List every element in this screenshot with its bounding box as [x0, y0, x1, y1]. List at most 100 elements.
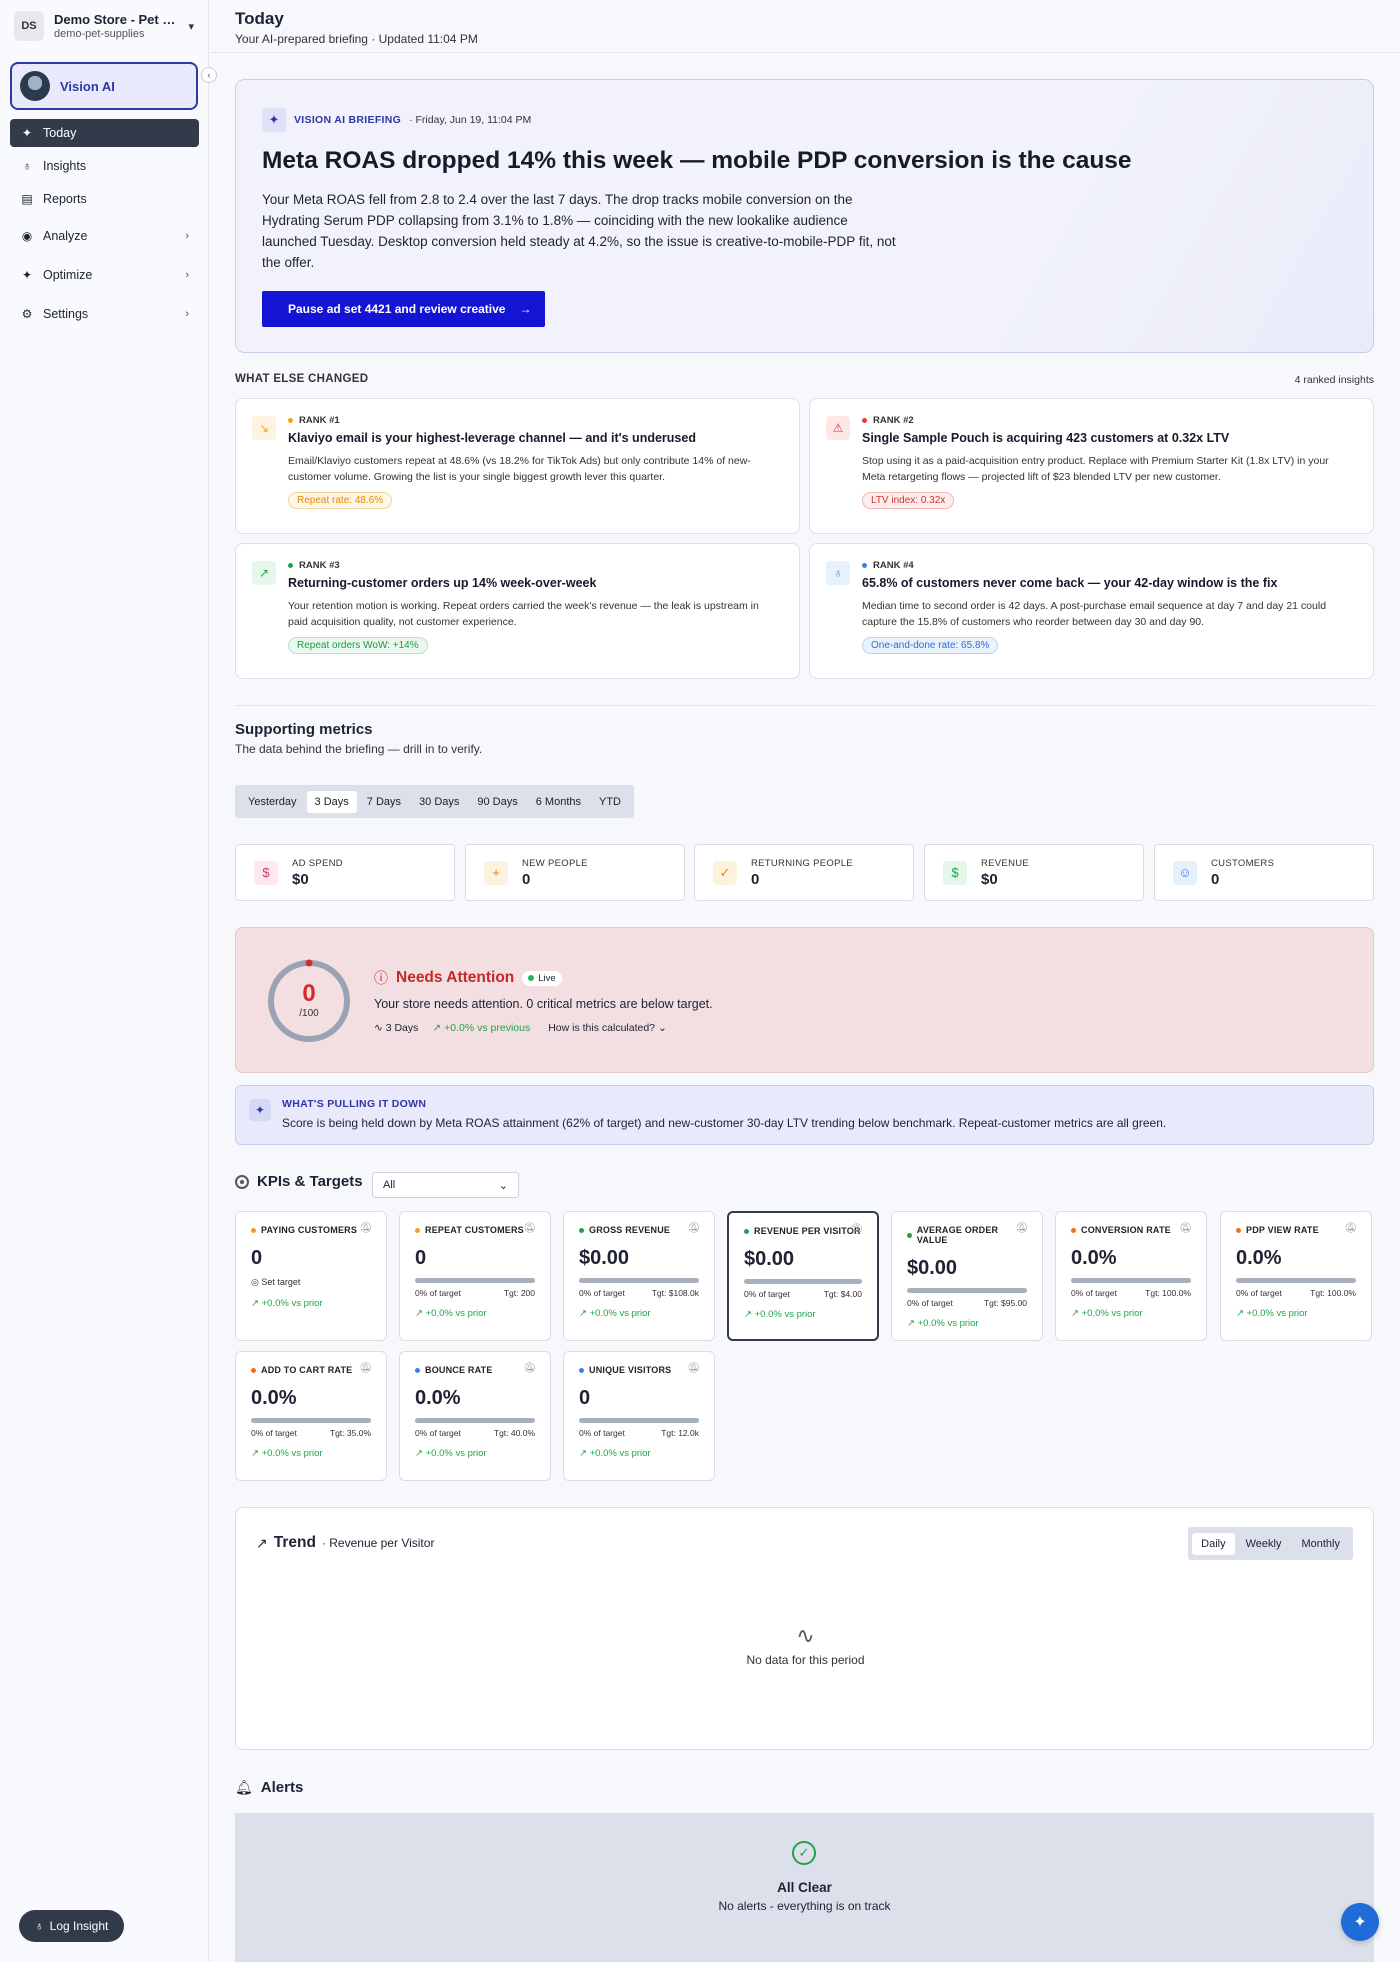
tab-monthly[interactable]: Monthly	[1292, 1533, 1349, 1555]
kpi-card-paying-customers[interactable]: PAYING CUSTOMERS 🔕︎ 0 ◎ Set target ↗ +0.…	[235, 1211, 387, 1341]
live-label: Live	[538, 972, 556, 984]
kpi-label: UNIQUE VISITORS	[589, 1365, 672, 1375]
metric-label: CUSTOMERS	[1211, 857, 1275, 869]
target-icon: ◎	[251, 1277, 262, 1287]
tab-daily[interactable]: Daily	[1192, 1532, 1235, 1555]
health-description: Your store needs attention. 0 critical m…	[374, 997, 713, 1011]
pulling-title: WHAT'S PULLING IT DOWN	[282, 1098, 427, 1110]
how-calculated-label: How is this calculated?	[548, 1022, 656, 1034]
insight-card-1[interactable]: ↘ RANK #1 Klaviyo email is your highest-…	[235, 398, 800, 534]
kpi-label: REPEAT CUSTOMERS	[425, 1225, 524, 1235]
activity-icon: ∿	[374, 1022, 386, 1034]
range-30-days[interactable]: 30 Days	[411, 791, 467, 813]
activity-icon: ∿	[796, 1623, 815, 1648]
bell-off-icon[interactable]: 🔕︎	[523, 1363, 536, 1374]
vision-ai-button[interactable]: Vision AI	[10, 62, 198, 110]
metric-value: 0	[751, 870, 760, 888]
bell-off-icon[interactable]: 🔕︎	[687, 1363, 700, 1374]
set-target-button[interactable]: ◎ Set target	[251, 1277, 371, 1288]
bell-off-icon[interactable]: 🔕︎	[1015, 1223, 1028, 1234]
status-dot	[251, 1367, 256, 1373]
sidebar-item-label: Today	[43, 126, 77, 140]
metric-ad-spend[interactable]: $ AD SPEND $0	[235, 844, 455, 901]
metric-revenue[interactable]: $ REVENUE $0	[924, 844, 1144, 901]
range-3-days[interactable]: 3 Days	[306, 790, 357, 813]
kpi-label: REVENUE PER VISITOR	[754, 1226, 861, 1236]
metric-new-people[interactable]: + NEW PEOPLE 0	[465, 844, 685, 901]
kpi-value: 0	[415, 1247, 427, 1269]
bell-off-icon[interactable]: 🔕︎	[1344, 1223, 1357, 1234]
kpi-percent: 0% of target	[1071, 1288, 1117, 1298]
health-denominator: /100	[299, 1008, 319, 1019]
sidebar-item-optimize[interactable]: ✦ Optimize ›	[10, 261, 199, 289]
pause-ad-set-button[interactable]: Pause ad set 4421 and review creative →	[262, 291, 545, 327]
range-ytd[interactable]: YTD	[591, 791, 629, 813]
kpi-label: AVERAGE ORDER VALUE	[916, 1225, 999, 1245]
store-switcher[interactable]: DS Demo Store - Pet S... demo-pet-suppli…	[0, 0, 208, 52]
range-yesterday[interactable]: Yesterday	[240, 791, 305, 813]
kpi-card-conversion-rate[interactable]: CONVERSION RATE 🔕︎ 0.0% 0% of target Tgt:…	[1055, 1211, 1207, 1341]
kpi-filter-value: All	[383, 1179, 396, 1191]
sidebar-item-label: Optimize	[43, 268, 93, 282]
how-calculated-button[interactable]: How is this calculated? ⌄	[548, 1022, 667, 1034]
kpis-title: KPIs & Targets	[257, 1173, 363, 1190]
bell-off-icon[interactable]: 🔕︎	[687, 1223, 700, 1234]
kpi-label: CONVERSION RATE	[1081, 1225, 1171, 1235]
sidebar-item-insights[interactable]: ♁ Insights	[10, 152, 199, 180]
metric-returning-people[interactable]: ✓ RETURNING PEOPLE 0	[694, 844, 914, 901]
kpi-change-label: +0.0% vs prior	[1081, 1308, 1143, 1319]
insight-card-3[interactable]: ↗ RANK #3 Returning-customer orders up 1…	[235, 543, 800, 679]
sidebar-item-today[interactable]: ✦ Today	[10, 119, 199, 147]
metric-label: AD SPEND	[292, 857, 343, 869]
kpi-card-pdp-view-rate[interactable]: PDP VIEW RATE 🔕︎ 0.0% 0% of target Tgt: 1…	[1220, 1211, 1372, 1341]
kpi-label: BOUNCE RATE	[425, 1365, 493, 1375]
kpi-card-bounce-rate[interactable]: BOUNCE RATE 🔕︎ 0.0% 0% of target Tgt: 40.…	[399, 1351, 551, 1481]
sidebar-item-analyze[interactable]: ◉ Analyze ›	[10, 222, 199, 250]
log-insight-button[interactable]: ♁ Log Insight	[19, 1910, 124, 1942]
bell-off-icon[interactable]: 🔕︎	[1179, 1223, 1192, 1234]
kpi-card-repeat-customers[interactable]: REPEAT CUSTOMERS 🔕︎ 0 0% of target Tgt: 2…	[399, 1211, 551, 1341]
alerts-panel: ✓ All Clear No alerts - everything is on…	[235, 1813, 1374, 1962]
kpi-change: ↗ +0.0% vs prior	[579, 1308, 651, 1319]
range-7-days[interactable]: 7 Days	[359, 791, 409, 813]
kpi-percent: 0% of target	[251, 1428, 297, 1438]
metric-customers[interactable]: ☺ CUSTOMERS 0	[1154, 844, 1374, 901]
bell-off-icon[interactable]: 🔕︎	[850, 1224, 863, 1235]
sidebar-item-label: Analyze	[43, 229, 88, 243]
kpi-target: Tgt: 35.0%	[329, 1428, 371, 1438]
bell-off-icon[interactable]: 🔕︎	[523, 1223, 536, 1234]
bell-off-icon[interactable]: 🔕︎	[359, 1363, 372, 1374]
insight-card-2[interactable]: ⚠ RANK #2 Single Sample Pouch is acquiri…	[809, 398, 1374, 534]
range-90-days[interactable]: 90 Days	[469, 791, 525, 813]
arrow-right-icon: →	[519, 302, 532, 316]
tab-weekly[interactable]: Weekly	[1237, 1533, 1291, 1555]
sidebar-item-settings[interactable]: ⚙ Settings ›	[10, 300, 199, 328]
sidebar-item-reports[interactable]: ▤ Reports	[10, 185, 199, 213]
collapse-sidebar-icon[interactable]: ‹	[201, 67, 217, 83]
sidebar-item-label: Reports	[43, 192, 87, 206]
kpi-card-add-to-cart-rate[interactable]: ADD TO CART RATE 🔕︎ 0.0% 0% of target Tgt…	[235, 1351, 387, 1481]
metric-label: REVENUE	[981, 857, 1030, 869]
insight-card-4[interactable]: ♁ RANK #4 65.8% of customers never come …	[809, 543, 1374, 679]
kpi-card-revenue-per-visitor[interactable]: REVENUE PER VISITOR 🔕︎ $0.00 0% of targe…	[727, 1211, 879, 1341]
kpi-card-unique-visitors[interactable]: UNIQUE VISITORS 🔕︎ 0 0% of target Tgt: 12…	[563, 1351, 715, 1481]
kpi-label: PDP VIEW RATE	[1246, 1225, 1319, 1235]
kpi-card-average-order-value[interactable]: AVERAGE ORDER VALUE 🔕︎ $0.00 0% of targe…	[891, 1211, 1043, 1341]
kpi-target: Tgt: 100.0%	[1145, 1288, 1191, 1298]
sparkle-icon: ✦	[21, 268, 33, 282]
kpi-filter-select[interactable]: All ⌄	[372, 1172, 519, 1198]
kpi-value: 0.0%	[415, 1387, 461, 1409]
alert-circle-icon: ⓘ	[374, 970, 388, 986]
ai-assistant-button[interactable]: ✦	[1341, 1903, 1379, 1941]
log-insight-label: Log Insight	[49, 1919, 109, 1933]
briefing-headline: Meta ROAS dropped 14% this week — mobile…	[262, 147, 1132, 174]
range-6-months[interactable]: 6 Months	[528, 791, 589, 813]
sidebar-item-label: Insights	[43, 159, 87, 173]
health-status: Needs Attention	[396, 969, 515, 986]
bell-off-icon[interactable]: 🔕︎	[359, 1223, 372, 1234]
rank-label: RANK #1	[299, 415, 340, 426]
kpi-card-gross-revenue[interactable]: GROSS REVENUE 🔕︎ $0.00 0% of target Tgt: …	[563, 1211, 715, 1341]
all-clear-body: No alerts - everything is on track	[718, 1899, 891, 1913]
kpi-change: ↗ +0.0% vs prior	[415, 1448, 487, 1459]
progress-bar	[579, 1278, 699, 1283]
